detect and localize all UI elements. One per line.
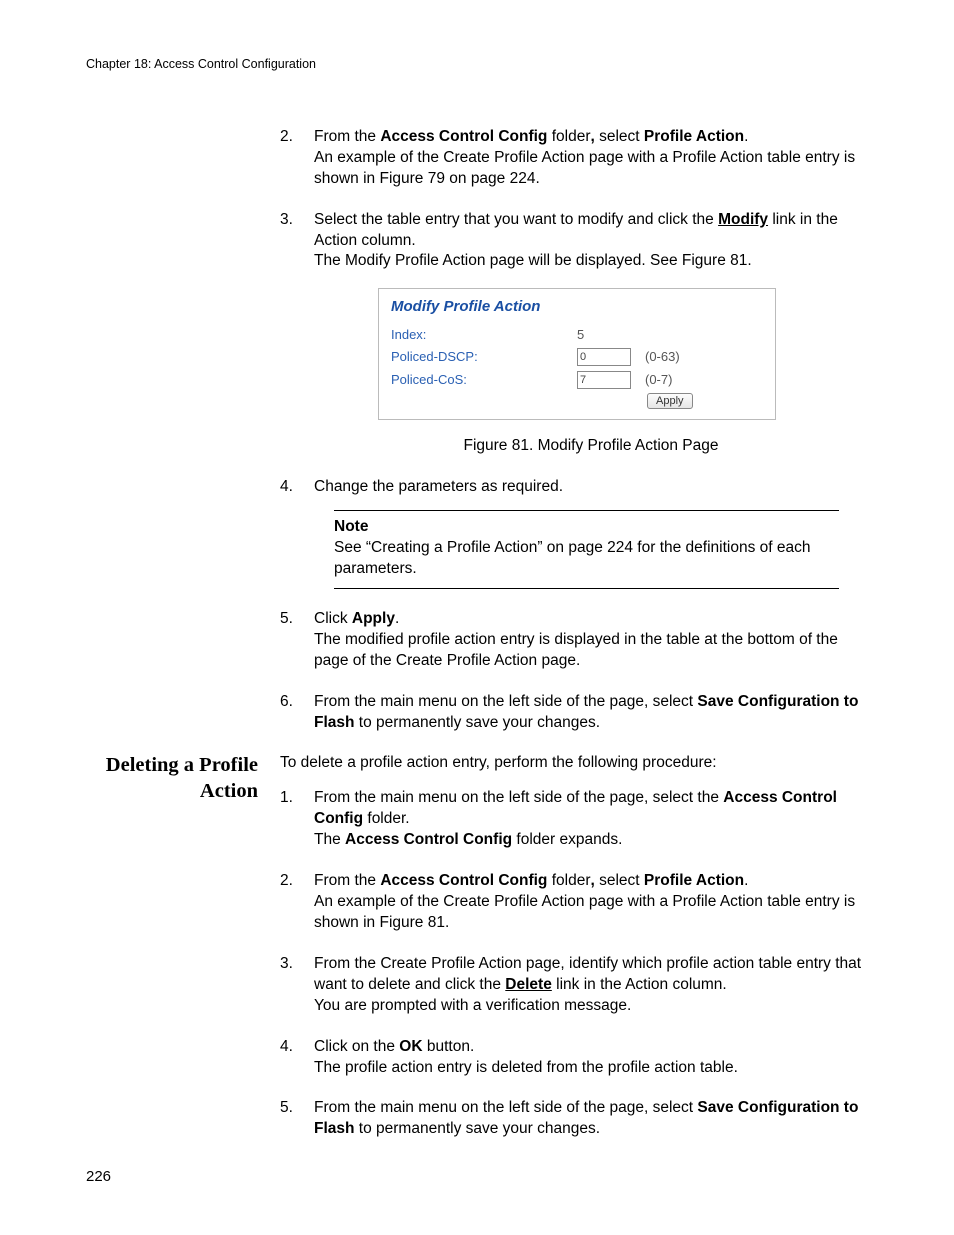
text: folder. (363, 810, 410, 827)
text: link in the Action column. (552, 976, 727, 993)
text: Change the parameters as required. (314, 478, 563, 495)
text: . (744, 128, 748, 145)
figure-81: Modify Profile Action Index: 5 Policed-D… (378, 288, 776, 420)
step-c3: 3. From the Create Profile Action page, … (280, 954, 868, 1017)
step-number: 5. (280, 1098, 293, 1119)
figure-title: Modify Profile Action (391, 297, 763, 317)
text: You are prompted with a verification mes… (314, 997, 631, 1014)
step-number: 5. (280, 609, 293, 630)
note-box: Note See “Creating a Profile Action” on … (334, 510, 839, 589)
text: folder (547, 872, 590, 889)
step-a5: 5. Click Apply. The modified profile act… (280, 609, 868, 672)
text: An example of the Create Profile Action … (314, 893, 855, 931)
fig-range-dscp: (0-63) (645, 348, 680, 366)
text: folder (547, 128, 590, 145)
text-bold: Access Control Config (380, 128, 547, 145)
step-a4: 4. Change the parameters as required. No… (280, 477, 868, 589)
section-side-heading: Deleting a Profile Action (86, 753, 258, 804)
apply-button[interactable]: Apply (647, 393, 693, 409)
step-c4: 4. Click on the OK button. The profile a… (280, 1037, 868, 1079)
text: folder expands. (512, 831, 622, 848)
text: From the (314, 872, 380, 889)
step-number: 2. (280, 127, 293, 148)
step-number: 1. (280, 788, 293, 809)
figure-caption: Figure 81. Modify Profile Action Page (314, 436, 868, 457)
fig-input-cos[interactable] (577, 371, 631, 389)
text: select (595, 128, 644, 145)
step-c1: 1. From the main menu on the left side o… (280, 788, 868, 851)
text-bold: Access Control Config (380, 872, 547, 889)
step-number: 4. (280, 1037, 293, 1058)
step-a2: 2. From the Access Control Config folder… (280, 127, 868, 190)
text: The Modify Profile Action page will be d… (314, 252, 752, 269)
text: From the (314, 128, 380, 145)
fig-label-index: Index: (391, 326, 577, 344)
text: From the main menu on the left side of t… (314, 693, 697, 710)
text: to permanently save your changes. (354, 714, 600, 731)
text-bold: OK (399, 1038, 422, 1055)
text: Select the table entry that you want to … (314, 211, 718, 228)
fig-label-dscp: Policed-DSCP: (391, 348, 577, 366)
step-c5: 5. From the main menu on the left side o… (280, 1098, 868, 1140)
page-number: 226 (86, 1167, 111, 1187)
step-number: 6. (280, 692, 293, 713)
fig-label-cos: Policed-CoS: (391, 371, 577, 389)
text: The modified profile action entry is dis… (314, 631, 838, 669)
text: An example of the Create Profile Action … (314, 149, 855, 187)
fig-input-dscp[interactable] (577, 348, 631, 366)
text: The profile action entry is deleted from… (314, 1059, 738, 1076)
text: . (395, 610, 399, 627)
modify-link[interactable]: Modify (718, 211, 768, 228)
text-bold: Profile Action (644, 128, 744, 145)
section-intro: To delete a profile action entry, perfor… (280, 753, 868, 774)
step-number: 4. (280, 477, 293, 498)
text: to permanently save your changes. (354, 1120, 600, 1137)
step-a3: 3. Select the table entry that you want … (280, 210, 868, 457)
text-bold: Apply (352, 610, 395, 627)
text: The (314, 831, 345, 848)
text: Click (314, 610, 352, 627)
text-bold: Profile Action (644, 872, 744, 889)
fig-range-cos: (0-7) (645, 371, 672, 389)
step-a6: 6. From the main menu on the left side o… (280, 692, 868, 734)
text: Click on the (314, 1038, 399, 1055)
text: From the main menu on the left side of t… (314, 1099, 697, 1116)
text: From the main menu on the left side of t… (314, 789, 723, 806)
fig-value-index: 5 (577, 326, 647, 344)
step-number: 3. (280, 954, 293, 975)
note-body: See “Creating a Profile Action” on page … (334, 538, 839, 580)
chapter-header: Chapter 18: Access Control Configuration (86, 56, 868, 73)
text: . (744, 872, 748, 889)
text: button. (423, 1038, 475, 1055)
text: select (595, 872, 644, 889)
text-bold: Access Control Config (345, 831, 512, 848)
note-heading: Note (334, 517, 839, 538)
step-number: 3. (280, 210, 293, 231)
step-number: 2. (280, 871, 293, 892)
delete-link[interactable]: Delete (505, 976, 552, 993)
step-c2: 2. From the Access Control Config folder… (280, 871, 868, 934)
